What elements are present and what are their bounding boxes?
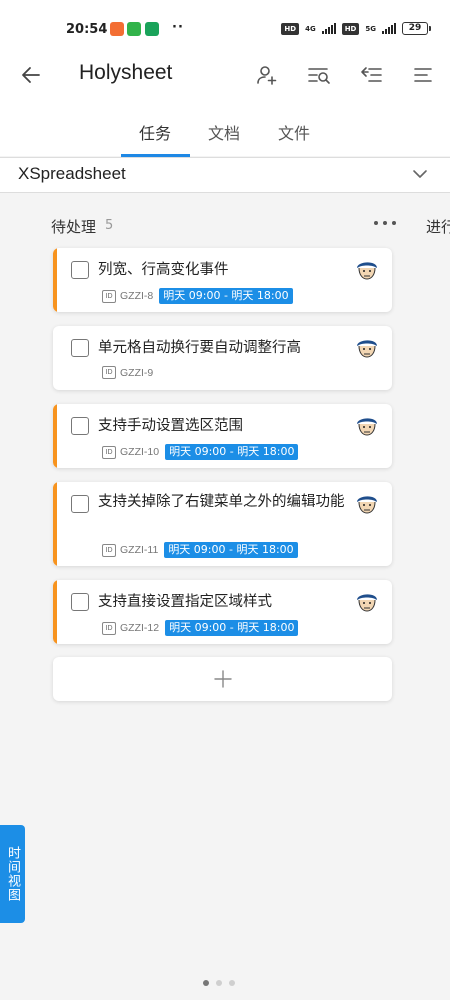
assignee-avatar[interactable] [354, 491, 380, 517]
task-checkbox[interactable] [71, 417, 89, 435]
page-title: Holysheet [79, 61, 173, 84]
notification-app-icon [145, 22, 159, 36]
id-icon: ID [102, 445, 116, 459]
task-title: 支持关掉除了右键菜单之外的编辑功能 [98, 494, 345, 510]
task-title: 列宽、行高变化事件 [98, 262, 229, 278]
signal-icon [321, 23, 336, 34]
add-member-button[interactable] [252, 60, 282, 90]
id-icon: ID [102, 289, 116, 303]
chevron-down-icon [413, 170, 427, 178]
signal-icon [382, 23, 396, 34]
due-badge: 明天 09:00 - 明天 18:00 [159, 288, 293, 304]
assignee-avatar[interactable] [354, 335, 380, 361]
task-meta: ID GZZI-12 明天 09:00 - 明天 18:00 [102, 620, 299, 636]
task-code: GZZI-8 [120, 290, 154, 302]
column-count: 5 [105, 218, 114, 233]
id-icon: ID [102, 366, 116, 379]
id-icon: ID [102, 621, 116, 635]
task-checkbox[interactable] [71, 495, 89, 513]
timeline-view-button[interactable]: 时间视图 [0, 825, 25, 923]
menu-icon [414, 68, 432, 82]
plus-icon [213, 670, 232, 688]
task-title: 支持手动设置选区范围 [98, 418, 243, 434]
column-title: 待处理 [51, 218, 97, 236]
task-card[interactable]: 支持直接设置指定区域样式 ID GZZI-12 明天 09:00 - 明天 18… [53, 580, 392, 644]
assignee-avatar[interactable] [354, 589, 380, 615]
task-code: GZZI-12 [120, 622, 160, 634]
column-more-button[interactable] [374, 214, 396, 232]
notification-app-icon [110, 22, 124, 36]
sort-icon [361, 67, 382, 82]
id-icon: ID [102, 543, 116, 557]
task-card[interactable]: 单元格自动换行要自动调整行高 ID GZZI-9 [53, 326, 392, 390]
status-time: 20:54 [66, 22, 108, 37]
network-type: 5G [365, 24, 376, 33]
due-badge: 明天 09:00 - 明天 18:00 [165, 620, 299, 636]
page-dot [229, 980, 235, 986]
task-code: GZZI-10 [120, 446, 160, 458]
app-bar: Holysheet [0, 48, 450, 102]
due-badge: 明天 09:00 - 明天 18:00 [164, 542, 298, 558]
tab-files[interactable]: 文件 [278, 120, 310, 144]
project-name: XSpreadsheet [18, 164, 126, 183]
add-task-button[interactable] [53, 657, 392, 701]
page-indicator [203, 980, 235, 986]
add-user-icon [257, 66, 277, 85]
task-card[interactable]: 支持手动设置选区范围 ID GZZI-10 明天 09:00 - 明天 18:0… [53, 404, 392, 468]
task-card[interactable]: 支持关掉除了右键菜单之外的编辑功能 ID GZZI-11 明天 09:00 - … [53, 482, 392, 566]
back-button[interactable] [16, 60, 46, 90]
page-dot [216, 980, 222, 986]
task-meta: ID GZZI-10 明天 09:00 - 明天 18:00 [102, 444, 299, 460]
hd-badge: HD [281, 22, 300, 35]
assignee-avatar[interactable] [354, 257, 380, 283]
task-meta: ID GZZI-9 [102, 366, 153, 379]
task-title: 单元格自动换行要自动调整行高 [98, 340, 301, 356]
notification-app-icon [127, 22, 141, 36]
status-indicators: HD 4G HD 5G 29 [281, 22, 431, 35]
assignee-avatar[interactable] [354, 413, 380, 439]
menu-button[interactable] [408, 60, 438, 90]
network-type: 4G [305, 24, 316, 33]
tab-tasks[interactable]: 任务 [139, 120, 171, 144]
task-code: GZZI-9 [120, 366, 154, 379]
more-notifications-icon: ·· [172, 20, 184, 35]
task-meta: ID GZZI-8 明天 09:00 - 明天 18:00 [102, 288, 293, 304]
timeline-view-label: 时间视图 [5, 846, 20, 902]
task-checkbox[interactable] [71, 339, 89, 357]
task-card[interactable]: 列宽、行高变化事件 ID GZZI-8 明天 09:00 - 明天 18:00 [53, 248, 392, 312]
hd-badge: HD [341, 22, 360, 35]
task-title: 支持直接设置指定区域样式 [98, 594, 272, 610]
task-code: GZZI-11 [120, 544, 159, 556]
page-dot-active [203, 980, 209, 986]
search-list-icon [308, 68, 330, 84]
search-filter-button[interactable] [304, 60, 334, 90]
project-selector[interactable]: XSpreadsheet [0, 157, 450, 193]
next-column-title[interactable]: 进行 [426, 216, 450, 237]
task-meta: ID GZZI-11 明天 09:00 - 明天 18:00 [102, 542, 298, 558]
tab-bar: 任务 文档 文件 [0, 102, 450, 157]
due-badge: 明天 09:00 - 明天 18:00 [165, 444, 299, 460]
task-checkbox[interactable] [71, 261, 89, 279]
battery-icon: 29 [402, 22, 431, 35]
status-bar: 20:54 ·· HD 4G HD 5G 29 [0, 0, 450, 48]
sort-button[interactable] [356, 60, 386, 90]
arrow-left-icon [22, 67, 40, 83]
task-checkbox[interactable] [71, 593, 89, 611]
tab-docs[interactable]: 文档 [208, 120, 240, 144]
